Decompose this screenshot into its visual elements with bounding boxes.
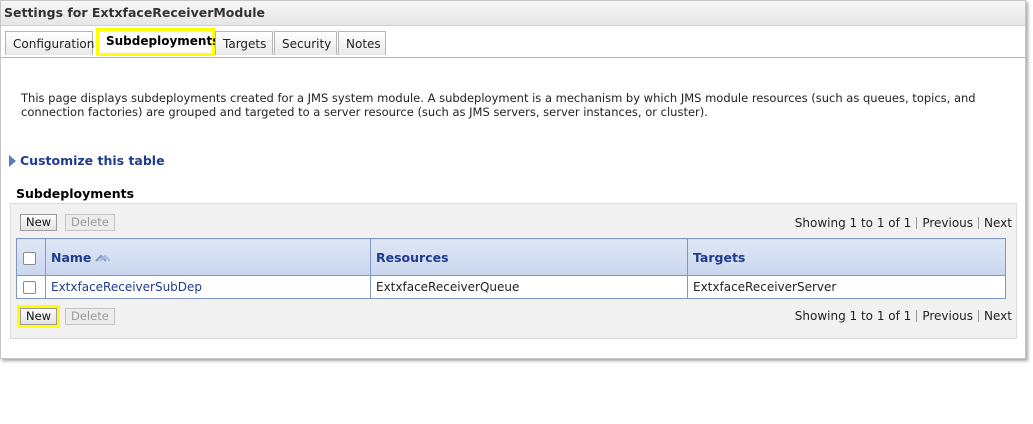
tab-notes[interactable]: Notes <box>338 31 386 55</box>
subdeployment-link[interactable]: ExtxfaceReceiverSubDep <box>51 280 202 294</box>
delete-button-top: Delete <box>65 214 115 231</box>
tab-subdeployments[interactable]: Subdeployments <box>96 28 219 56</box>
row-checkbox[interactable] <box>23 281 36 294</box>
expand-triangle-icon <box>9 155 16 167</box>
pager-showing: Showing 1 to 1 of 1 <box>794 309 912 323</box>
tab-security[interactable]: Security <box>274 31 337 55</box>
column-header-resources[interactable]: Resources <box>370 238 688 276</box>
row-targets-cell: ExtxfaceReceiverServer <box>687 275 1006 299</box>
subdeployments-table: Name Resources Targets ExtxfaceReceiverS… <box>16 238 1006 299</box>
subdeployments-table-container: New Delete Showing 1 to 1 of 1 Previous Ne… <box>10 203 1017 339</box>
section-title: Subdeployments <box>16 186 135 201</box>
pager-next[interactable]: Next <box>984 216 1012 230</box>
delete-button-bottom: Delete <box>65 308 115 325</box>
customize-table-label: Customize this table <box>20 153 165 168</box>
column-header-targets[interactable]: Targets <box>687 238 1006 276</box>
pager-showing: Showing 1 to 1 of 1 <box>794 216 912 230</box>
pager-bottom: Showing 1 to 1 of 1 Previous Next <box>795 309 1012 323</box>
pager-previous[interactable]: Previous <box>922 216 973 230</box>
tab-divider <box>1 57 1025 58</box>
table-header-row: Name Resources Targets <box>16 238 1006 276</box>
pager-next[interactable]: Next <box>984 309 1012 323</box>
table-row: ExtxfaceReceiverSubDep ExtxfaceReceiverQ… <box>16 275 1006 299</box>
row-name-cell: ExtxfaceReceiverSubDep <box>45 275 371 299</box>
pager-top: Showing 1 to 1 of 1 Previous Next <box>795 216 1012 230</box>
page-description: This page displays subdeployments create… <box>21 91 976 119</box>
settings-panel: Settings for ExtxfaceReceiverModule Conf… <box>0 0 1026 359</box>
panel-title: Settings for ExtxfaceReceiverModule <box>1 1 1025 26</box>
column-header-name[interactable]: Name <box>45 238 371 276</box>
pager-previous[interactable]: Previous <box>922 309 973 323</box>
select-all-header <box>16 238 46 276</box>
tab-configuration[interactable]: Configuration <box>5 31 94 55</box>
tab-targets[interactable]: Targets <box>215 31 273 55</box>
new-button-top[interactable]: New <box>20 214 58 231</box>
row-select-cell <box>16 275 46 299</box>
column-header-name-label[interactable]: Name <box>51 250 91 265</box>
sort-ascending-icon[interactable] <box>95 253 112 263</box>
select-all-checkbox[interactable] <box>23 251 36 265</box>
row-resources-cell: ExtxfaceReceiverQueue <box>370 275 688 299</box>
customize-table-link[interactable]: Customize this table <box>9 153 165 168</box>
new-button-bottom[interactable]: New <box>16 305 61 328</box>
